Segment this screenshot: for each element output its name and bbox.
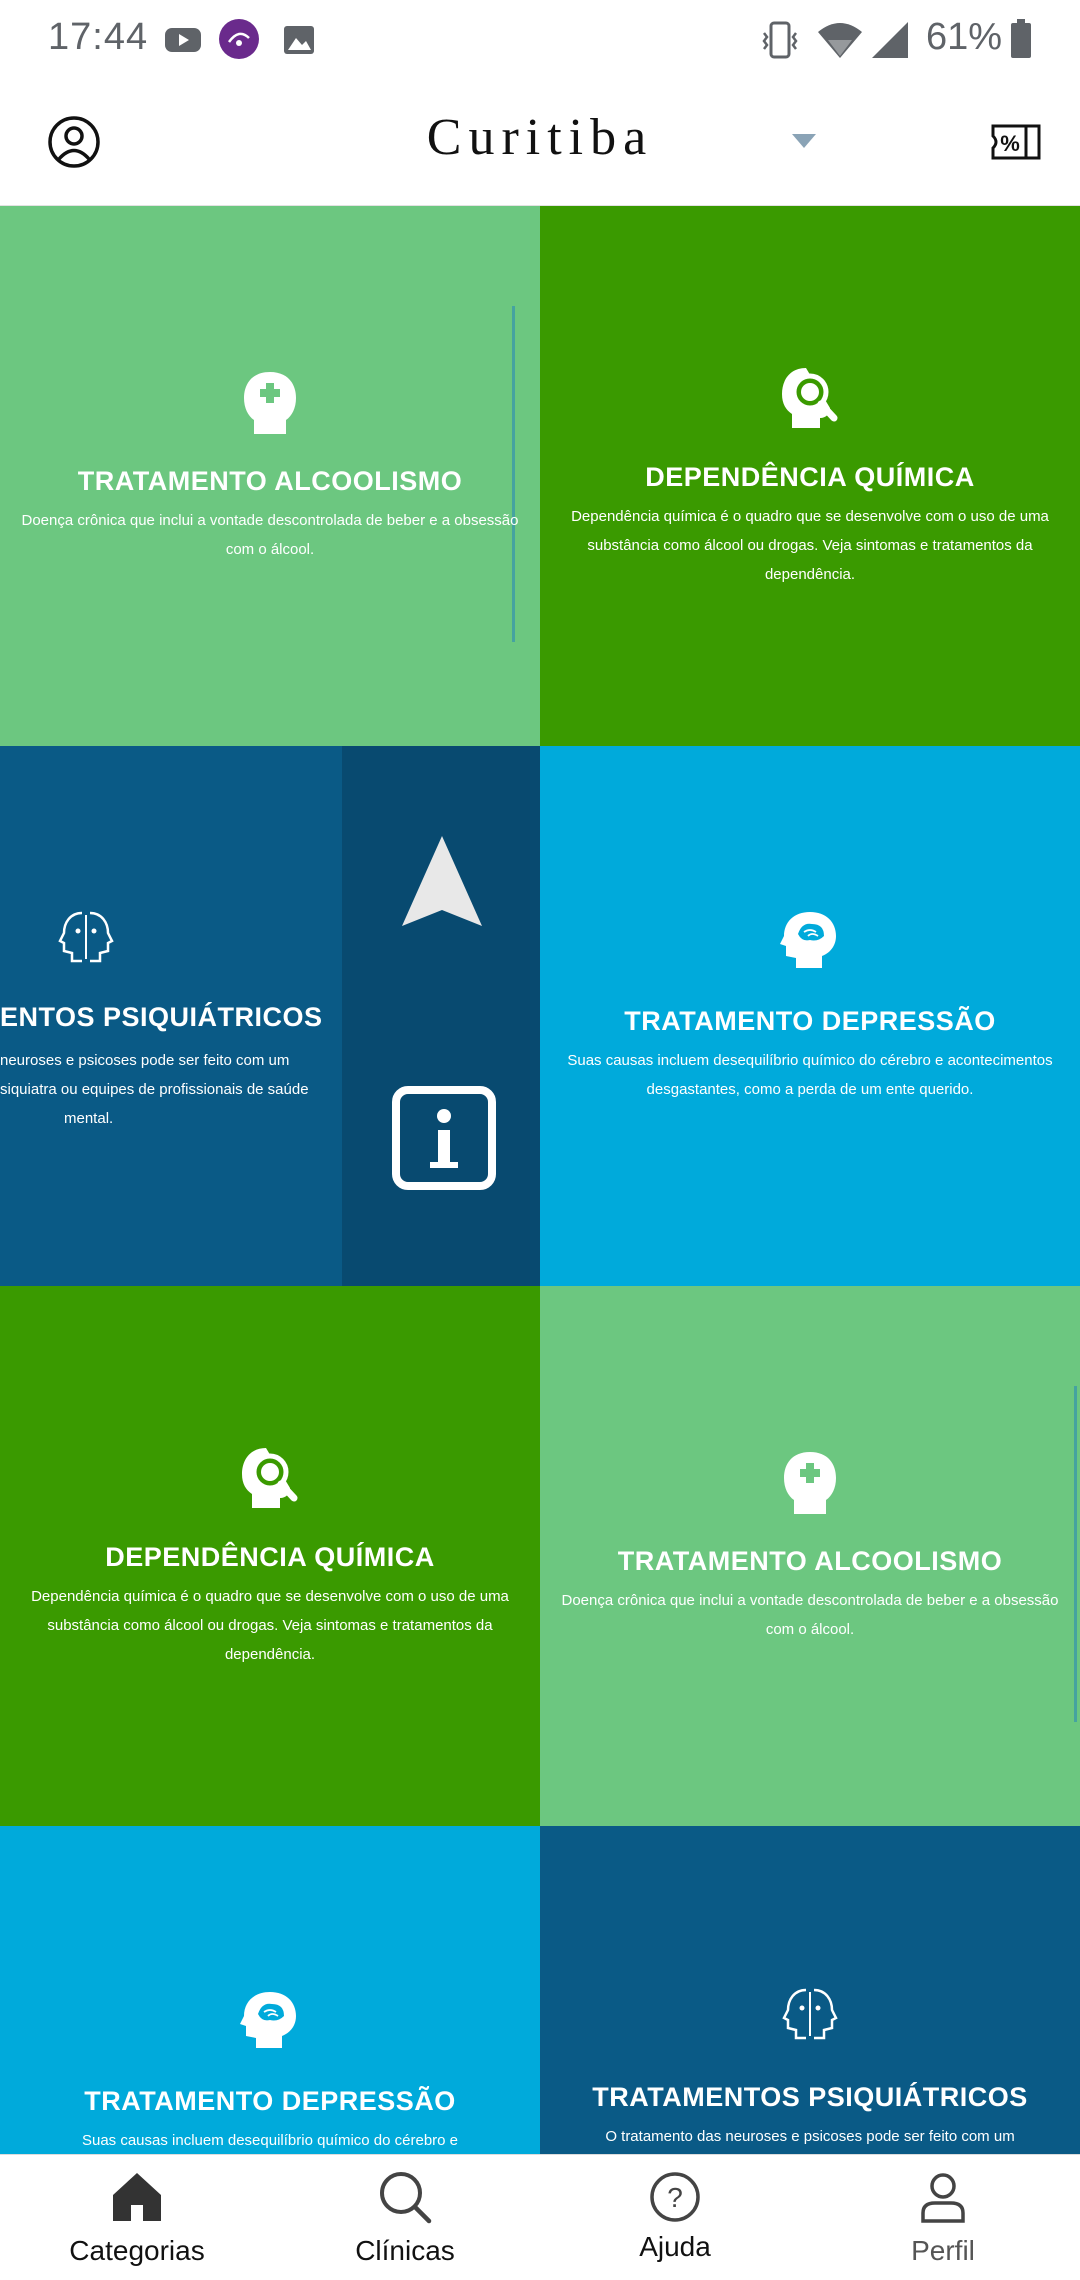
nav-ajuda[interactable]: ? Ajuda [540,2155,810,2280]
nav-categorias[interactable]: Categorias [2,2155,272,2280]
tile-description: Suas causas incluem desequilíbrio químic… [81,2132,459,2149]
navigation-arrow-icon[interactable] [400,834,484,933]
svg-text:?: ? [667,2182,683,2213]
youtube-icon [164,20,202,65]
category-tile-dependencia[interactable]: DEPENDÊNCIA QUÍMICA Dependência química … [0,1286,540,1826]
tile-description: Dependência química é o quadro que se de… [571,508,1049,583]
signal-icon [870,20,910,65]
app-badge-icon [218,18,260,65]
gallery-icon [282,20,316,65]
city-selector[interactable]: Curitiba [0,108,1080,167]
battery-percent: 61% [925,16,1002,58]
help-icon: ? [540,2169,810,2225]
tile-description: Doença crônica que inclui a vontade desc… [21,512,519,558]
category-tile-alcoolismo[interactable]: TRATAMENTO ALCOOLISMO Doença crônica que… [540,1286,1080,1826]
person-icon [808,2169,1078,2225]
head-cross-icon [540,1450,1080,1516]
tile-description: O tratamento das neuroses e psicoses pod… [605,2128,1015,2145]
tile-title: DEPENDÊNCIA QUÍMICA [645,462,975,492]
tile-title: ENTOS PSIQUIÁTRICOS [0,1002,323,1032]
nav-label: Perfil [911,2235,975,2266]
info-icon[interactable] [392,1086,496,1195]
tile-title: DEPENDÊNCIA QUÍMICA [105,1542,435,1572]
tile-title: TRATAMENTO ALCOOLISMO [77,466,463,496]
category-tile-dependencia[interactable]: DEPENDÊNCIA QUÍMICA Dependência química … [540,206,1080,746]
battery-icon [1010,18,1032,65]
head-brain-icon [0,1990,540,2050]
nav-label: Clínicas [355,2235,455,2266]
tile-description: neuroses e psicoses pode ser feito com u… [0,1052,309,1127]
head-magnifier-icon [0,1446,540,1510]
tile-description: Suas causas incluem desequilíbrio químic… [567,1052,1053,1098]
nav-label: Ajuda [639,2231,711,2262]
nav-label: Categorias [69,2235,205,2266]
tile-title: TRATAMENTOS PSIQUIÁTRICOS [592,2082,1028,2112]
two-faces-icon [540,1986,1080,2042]
tile-description: Doença crônica que inclui a vontade desc… [561,1592,1059,1638]
category-tile-psiquiatricos[interactable]: ENTOS PSIQUIÁTRICOS neuroses e psicoses … [0,746,540,1286]
category-grid: TRATAMENTO ALCOOLISMO Doença crônica que… [0,206,1080,2154]
category-tile-depressao[interactable]: TRATAMENTO DEPRESSÃO Suas causas incluem… [540,746,1080,1286]
category-tile-psiquiatricos[interactable]: TRATAMENTOS PSIQUIÁTRICOS O tratamento d… [540,1826,1080,2154]
status-time: 17:44 [48,16,149,58]
category-tile-alcoolismo[interactable]: TRATAMENTO ALCOOLISMO Doença crônica que… [0,206,540,746]
overlay-panel [342,746,540,1286]
nav-perfil[interactable]: Perfil [808,2155,1078,2280]
coupon-icon: % [991,124,1041,160]
wifi-icon [816,20,864,65]
head-magnifier-icon [540,366,1080,430]
status-bar: 17:44 61% [0,0,1080,82]
tile-description: Dependência química é o quadro que se de… [31,1588,509,1663]
search-icon [270,2169,540,2225]
app-header: Curitiba % [0,82,1080,206]
dropdown-arrow-icon[interactable] [790,130,818,152]
home-icon [2,2169,272,2225]
tile-title: TRATAMENTO DEPRESSÃO [624,1006,996,1036]
tile-title: TRATAMENTO DEPRESSÃO [84,2086,456,2116]
bottom-navigation: Categorias Clínicas ? Ajuda Perfil [0,2154,1080,2280]
vibrate-icon [760,20,800,67]
category-tile-depressao[interactable]: TRATAMENTO DEPRESSÃO Suas causas incluem… [0,1826,540,2154]
head-cross-icon [0,370,540,436]
head-brain-icon [540,910,1080,970]
coupon-button[interactable]: % [990,122,1042,162]
svg-text:%: % [1000,131,1020,156]
two-faces-icon [58,909,114,970]
tile-title: TRATAMENTO ALCOOLISMO [617,1546,1003,1576]
nav-clinicas[interactable]: Clínicas [270,2155,540,2280]
